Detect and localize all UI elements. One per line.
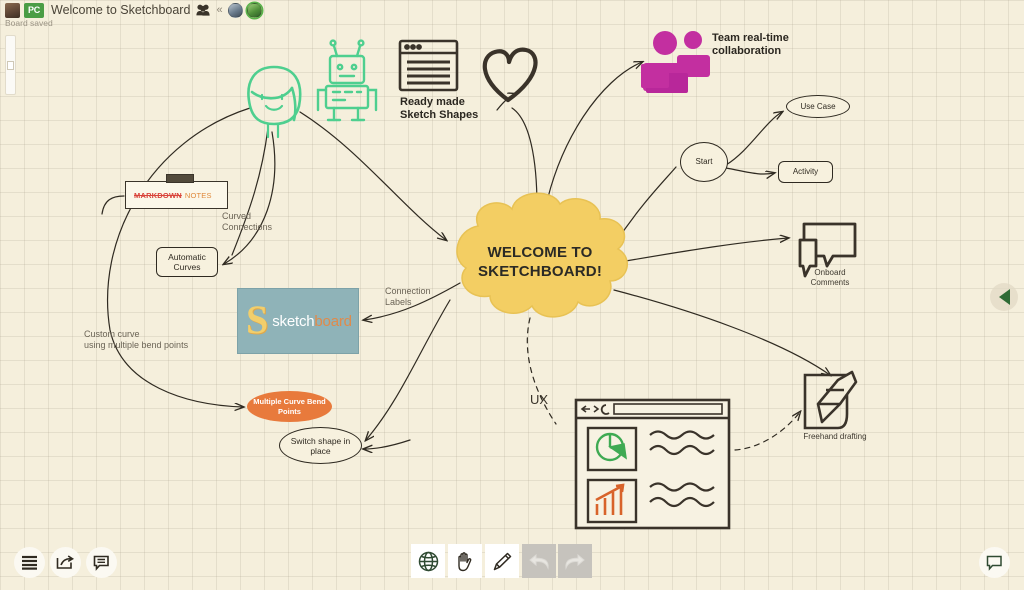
ux-label: UX bbox=[530, 392, 549, 407]
connector-start-to-activity bbox=[725, 167, 774, 174]
globe-icon bbox=[418, 551, 438, 571]
center-toolbar bbox=[411, 544, 592, 578]
sketchboard-s-mark: S bbox=[246, 297, 269, 342]
freehand-drafting-label: Freehand drafting bbox=[803, 432, 867, 441]
connector-cloud-to-ux-dashed bbox=[526, 317, 557, 425]
ux-wireframe bbox=[574, 398, 731, 530]
collapse-panel-toggle[interactable] bbox=[990, 283, 1018, 311]
onboard-comments-label: Onboard Comments bbox=[810, 268, 850, 287]
share-button[interactable] bbox=[50, 547, 81, 578]
heart-icon bbox=[482, 47, 538, 103]
hand-icon bbox=[457, 552, 471, 572]
help-button[interactable] bbox=[979, 547, 1010, 578]
freehand-drafting-icon bbox=[803, 370, 858, 430]
sketchboard-wordmark: sketchboard bbox=[272, 312, 352, 330]
redo-button[interactable] bbox=[558, 544, 592, 578]
curved-connections-label: Curved Connections bbox=[222, 211, 273, 232]
connector-curved-connections bbox=[224, 131, 276, 264]
markdown-notes-text: NOTES bbox=[184, 190, 212, 200]
connector-to-switch-shape bbox=[364, 439, 411, 449]
multiple-curve-bend-points-node[interactable]: Multiple Curve Bend Points bbox=[247, 391, 332, 422]
zoom-slider[interactable] bbox=[5, 35, 16, 95]
board-saved-status: Board saved bbox=[5, 18, 53, 28]
board-canvas[interactable] bbox=[0, 0, 1024, 590]
sketchboard-logo-image[interactable]: S sketchboard bbox=[237, 288, 359, 354]
team-collaboration-icon bbox=[641, 31, 710, 93]
top-bar: PC Welcome to Sketchboard « bbox=[0, 0, 1024, 20]
activity-node[interactable]: Activity bbox=[778, 161, 833, 183]
share-export-icon bbox=[56, 555, 75, 569]
triangle-left-icon bbox=[998, 289, 1010, 305]
connector-wireframe-to-drafting-dashed bbox=[734, 412, 800, 451]
redo-arrow-icon bbox=[565, 553, 585, 570]
ready-made-shapes-label: Ready made Sketch Shapes bbox=[400, 96, 479, 121]
custom-curve-label: Custom curve using multiple bend points bbox=[84, 329, 189, 350]
pencil-button[interactable] bbox=[485, 544, 519, 578]
connector-girl-to-cloud bbox=[299, 111, 446, 240]
automatic-curves-node[interactable]: Automatic Curves bbox=[156, 247, 218, 277]
comment-bubble-icon bbox=[93, 555, 109, 571]
markdown-strikethrough-text: MARKDOWN bbox=[134, 190, 182, 200]
pencil-icon bbox=[493, 552, 511, 570]
board-owner-avatar[interactable] bbox=[5, 2, 20, 18]
connector-cloud-to-drafting bbox=[613, 289, 830, 375]
girl-face-icon bbox=[247, 65, 302, 139]
zoom-slider-handle[interactable] bbox=[7, 61, 14, 70]
comments-button[interactable] bbox=[86, 547, 117, 578]
sketchboard-app: PC Welcome to Sketchboard « Board saved bbox=[0, 0, 1024, 590]
welcome-cloud-label: WELCOME TO SKETCHBOARD! bbox=[477, 244, 603, 280]
menu-button[interactable] bbox=[14, 547, 45, 578]
team-collaboration-label: Team real-time collaboration bbox=[712, 32, 789, 57]
menu-lines-icon bbox=[22, 555, 37, 570]
switch-shape-node[interactable]: Switch shape in place bbox=[279, 427, 362, 464]
hand-button[interactable] bbox=[448, 544, 482, 578]
board-title[interactable]: Welcome to Sketchboard bbox=[51, 3, 190, 17]
collapse-chevron-icon[interactable]: « bbox=[216, 4, 222, 16]
avatar-user-1[interactable] bbox=[227, 2, 243, 18]
undo-arrow-icon bbox=[529, 553, 549, 570]
avatar-user-2[interactable] bbox=[246, 2, 262, 18]
connector-girl-to-curves bbox=[231, 127, 269, 256]
help-comment-icon bbox=[986, 555, 1002, 571]
browser-window-icon bbox=[398, 39, 459, 92]
note-tab bbox=[166, 174, 194, 183]
connector-start-to-usecase bbox=[725, 112, 782, 166]
connector-cloud-to-comments bbox=[619, 238, 788, 263]
connector-cloud-to-switch bbox=[366, 299, 451, 440]
robot-icon bbox=[316, 39, 378, 122]
people-icon[interactable] bbox=[196, 4, 211, 16]
globe-button[interactable] bbox=[411, 544, 445, 578]
markdown-note[interactable]: MARKDOWN NOTES bbox=[125, 174, 228, 209]
pc-badge[interactable]: PC bbox=[24, 2, 44, 18]
connection-labels-label: Connection Labels bbox=[385, 286, 431, 307]
connector-note-left bbox=[101, 195, 125, 215]
use-case-node[interactable]: Use Case bbox=[786, 95, 850, 118]
connector-cloud-to-team bbox=[544, 62, 642, 211]
undo-button[interactable] bbox=[522, 544, 556, 578]
start-node[interactable]: Start bbox=[680, 142, 728, 182]
connector-cloud-to-heart bbox=[511, 107, 538, 208]
